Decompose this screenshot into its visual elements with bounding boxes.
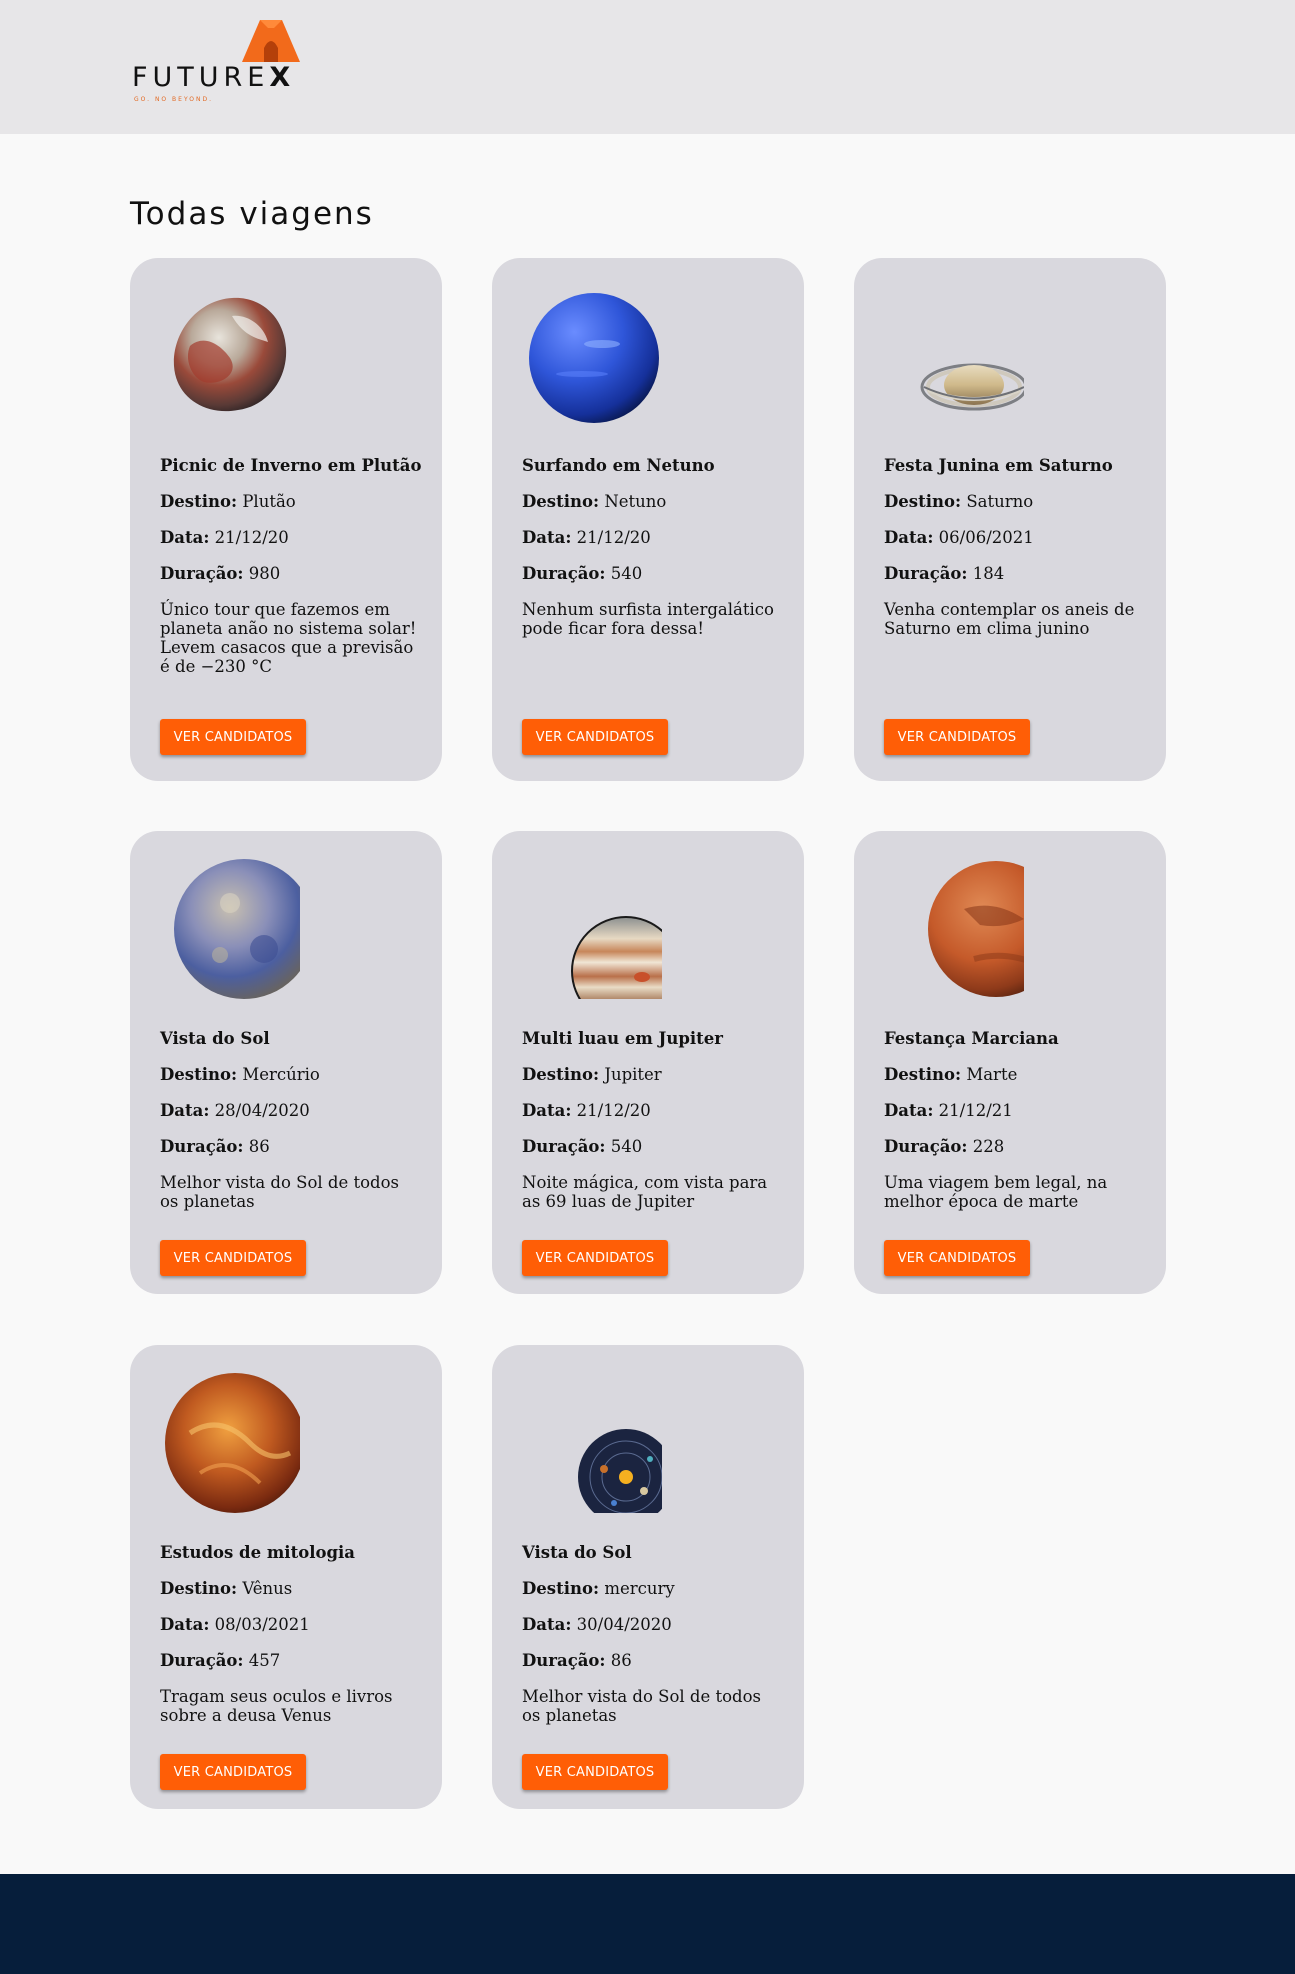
view-candidates-button[interactable]: VER CANDIDATOS bbox=[522, 719, 668, 755]
trip-title: Festança Marciana bbox=[884, 1029, 1059, 1048]
trip-duration: Duração: 540 bbox=[522, 1137, 643, 1156]
saturn-icon bbox=[920, 363, 1024, 411]
trip-card: Vista do Sol Destino: mercury Data: 30/0… bbox=[492, 1345, 804, 1809]
trip-description: Tragam seus oculos e livros sobre a deus… bbox=[160, 1687, 393, 1725]
trip-date: Data: 28/04/2020 bbox=[160, 1101, 310, 1120]
trip-description: Venha contemplar os aneis de Saturno em … bbox=[884, 600, 1135, 638]
trip-card: Estudos de mitologia Destino: Vênus Data… bbox=[130, 1345, 442, 1809]
card-body: Picnic de Inverno em Plutão Destino: Plu… bbox=[160, 456, 422, 676]
page-title: Todas viagens bbox=[130, 196, 374, 232]
trip-date: Data: 06/06/2021 bbox=[884, 528, 1034, 547]
trip-title: Multi luau em Jupiter bbox=[522, 1029, 723, 1048]
trip-title: Estudos de mitologia bbox=[160, 1543, 355, 1562]
solar-system-icon bbox=[578, 1429, 662, 1513]
trip-description: Melhor vista do Sol de todos os planetas bbox=[522, 1687, 762, 1725]
trip-title: Picnic de Inverno em Plutão bbox=[160, 456, 422, 475]
trip-duration: Duração: 540 bbox=[522, 564, 643, 583]
site-footer bbox=[0, 1874, 1295, 1974]
trip-date: Data: 21/12/20 bbox=[522, 1101, 651, 1120]
trip-date: Data: 30/04/2020 bbox=[522, 1615, 672, 1634]
trip-date: Data: 21/12/20 bbox=[522, 528, 651, 547]
card-body: Festança Marciana Destino: Marte Data: 2… bbox=[884, 1029, 1146, 1211]
trip-title: Vista do Sol bbox=[522, 1543, 632, 1562]
logo-tagline: GO. NO BEYOND. bbox=[134, 96, 214, 103]
trip-duration: Duração: 86 bbox=[522, 1651, 632, 1670]
trip-destination: Destino: mercury bbox=[522, 1579, 675, 1598]
site-header: FUTUREX GO. NO BEYOND. bbox=[0, 0, 1295, 134]
card-body: Vista do Sol Destino: mercury Data: 30/0… bbox=[522, 1543, 784, 1725]
pluto-icon bbox=[173, 297, 287, 412]
trip-card: Multi luau em Jupiter Destino: Jupiter D… bbox=[492, 831, 804, 1294]
mercury-icon bbox=[174, 859, 300, 999]
view-candidates-button[interactable]: VER CANDIDATOS bbox=[884, 1240, 1030, 1276]
view-candidates-button[interactable]: VER CANDIDATOS bbox=[160, 1754, 306, 1790]
mars-icon bbox=[928, 861, 1024, 997]
trip-date: Data: 08/03/2021 bbox=[160, 1615, 310, 1634]
logo-wordmark: FUTUREX bbox=[132, 62, 296, 93]
trip-title: Surfando em Netuno bbox=[522, 456, 715, 475]
trip-card: Festa Junina em Saturno Destino: Saturno… bbox=[854, 258, 1166, 781]
trip-description: Noite mágica, com vista para as 69 luas … bbox=[522, 1173, 768, 1211]
venus-icon bbox=[165, 1373, 300, 1513]
trip-destination: Destino: Netuno bbox=[522, 492, 667, 511]
trip-destination: Destino: Mercúrio bbox=[160, 1065, 320, 1084]
trip-duration: Duração: 86 bbox=[160, 1137, 270, 1156]
card-body: Multi luau em Jupiter Destino: Jupiter D… bbox=[522, 1029, 784, 1211]
trip-description: Nenhum surfista intergalático pode ficar… bbox=[522, 600, 774, 638]
view-candidates-button[interactable]: VER CANDIDATOS bbox=[522, 1754, 668, 1790]
card-body: Vista do Sol Destino: Mercúrio Data: 28/… bbox=[160, 1029, 422, 1211]
trip-duration: Duração: 228 bbox=[884, 1137, 1005, 1156]
trip-card: Vista do Sol Destino: Mercúrio Data: 28/… bbox=[130, 831, 442, 1294]
trip-title: Vista do Sol bbox=[160, 1029, 270, 1048]
tent-logo-icon bbox=[242, 20, 300, 62]
jupiter-icon bbox=[571, 916, 662, 999]
trip-date: Data: 21/12/20 bbox=[160, 528, 289, 547]
trip-card: Festança Marciana Destino: Marte Data: 2… bbox=[854, 831, 1166, 1294]
trip-description: Único tour que fazemos em planeta anão n… bbox=[160, 600, 417, 676]
card-body: Estudos de mitologia Destino: Vênus Data… bbox=[160, 1543, 422, 1725]
trip-destination: Destino: Vênus bbox=[160, 1579, 293, 1598]
view-candidates-button[interactable]: VER CANDIDATOS bbox=[160, 719, 306, 755]
trip-description: Uma viagem bem legal, na melhor época de… bbox=[884, 1173, 1108, 1211]
trip-duration: Duração: 184 bbox=[884, 564, 1005, 583]
trip-destination: Destino: Marte bbox=[884, 1065, 1018, 1084]
card-body: Surfando em Netuno Destino: Netuno Data:… bbox=[522, 456, 784, 638]
card-body: Festa Junina em Saturno Destino: Saturno… bbox=[884, 456, 1146, 638]
trip-card: Surfando em Netuno Destino: Netuno Data:… bbox=[492, 258, 804, 781]
trip-destination: Destino: Jupiter bbox=[522, 1065, 662, 1084]
view-candidates-button[interactable]: VER CANDIDATOS bbox=[160, 1240, 306, 1276]
neptune-icon bbox=[529, 293, 659, 423]
trip-description: Melhor vista do Sol de todos os planetas bbox=[160, 1173, 400, 1211]
trip-destination: Destino: Plutão bbox=[160, 492, 296, 511]
trip-duration: Duração: 980 bbox=[160, 564, 281, 583]
trip-destination: Destino: Saturno bbox=[884, 492, 1034, 511]
logo[interactable]: FUTUREX GO. NO BEYOND. bbox=[130, 20, 305, 110]
trip-title: Festa Junina em Saturno bbox=[884, 456, 1113, 475]
trip-duration: Duração: 457 bbox=[160, 1651, 281, 1670]
trip-date: Data: 21/12/21 bbox=[884, 1101, 1013, 1120]
view-candidates-button[interactable]: VER CANDIDATOS bbox=[522, 1240, 668, 1276]
trip-card: Picnic de Inverno em Plutão Destino: Plu… bbox=[130, 258, 442, 781]
view-candidates-button[interactable]: VER CANDIDATOS bbox=[884, 719, 1030, 755]
